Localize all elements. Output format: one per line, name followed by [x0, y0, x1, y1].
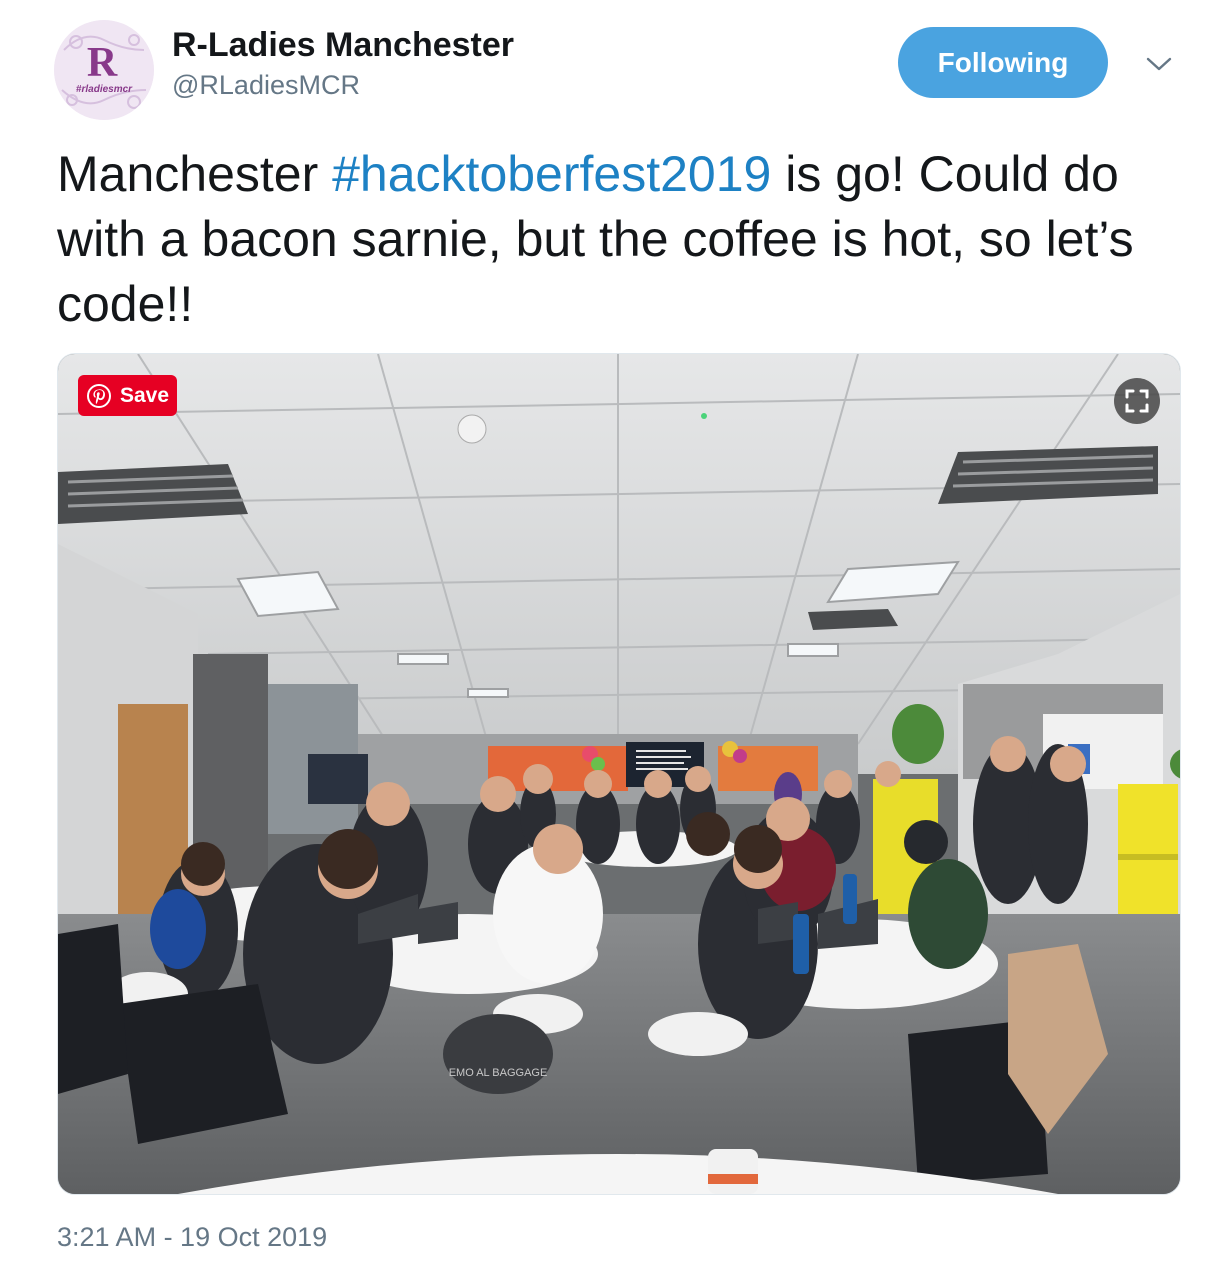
avatar-letter: R [87, 40, 118, 86]
save-label: Save [120, 383, 170, 407]
bag-text: EMO AL BAGGAGE [449, 1067, 548, 1079]
hashtag-link[interactable]: #hacktoberfest2019 [332, 146, 771, 202]
tweet-timestamp[interactable]: 3:21 AM - 19 Oct 2019 [57, 1222, 327, 1253]
pinterest-save-button[interactable]: Save [78, 375, 177, 416]
following-button[interactable]: Following [898, 27, 1108, 98]
account-handle[interactable]: @RLadiesMCR [172, 70, 360, 101]
tweet-photo[interactable]: EMO AL BAGGAGE Save [57, 353, 1181, 1195]
tweet-header: R #rladiesmcr R-Ladies Manchester @RLadi… [0, 0, 1222, 120]
chevron-down-icon[interactable] [1144, 52, 1174, 76]
avatar-tag: #rladiesmcr [76, 84, 133, 95]
account-name[interactable]: R-Ladies Manchester [172, 26, 514, 65]
tweet-text: Manchester #hacktoberfest2019 is go! Cou… [57, 142, 1187, 337]
expand-icon[interactable] [1114, 378, 1160, 424]
profile-avatar[interactable]: R #rladiesmcr [54, 20, 154, 120]
tweet-text-before: Manchester [57, 146, 333, 202]
pinterest-icon [87, 383, 111, 408]
